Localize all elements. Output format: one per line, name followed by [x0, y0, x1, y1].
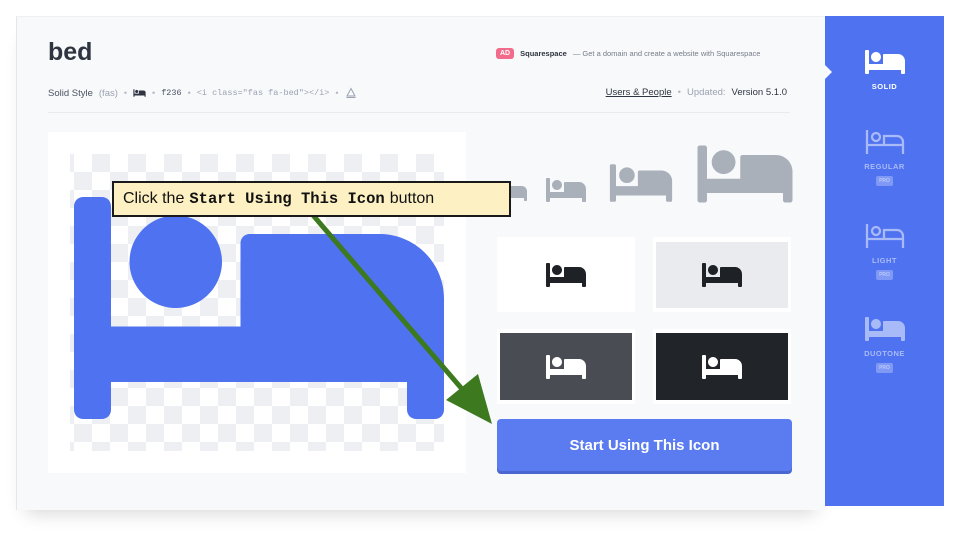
- divider: [48, 112, 790, 113]
- bed-light-icon: [864, 220, 906, 252]
- swatch-black[interactable]: [653, 329, 791, 404]
- bed-icon: [545, 259, 587, 291]
- instruction-callout: Click the Start Using This Icon button: [112, 181, 511, 217]
- pro-badge: PRO: [876, 176, 893, 186]
- style-tab-label: LIGHT: [872, 256, 897, 265]
- bed-solid-icon: [864, 46, 906, 78]
- style-tab-label: SOLID: [871, 82, 898, 91]
- pro-badge: PRO: [876, 363, 893, 373]
- swatch-white[interactable]: [497, 237, 635, 312]
- ad-text: — Get a domain and create a website with…: [572, 49, 761, 58]
- ad-brand: Squarespace: [520, 49, 567, 58]
- style-tab-solid[interactable]: SOLID: [825, 46, 944, 91]
- swatch-light-gray[interactable]: [653, 237, 791, 312]
- style-sidebar: SOLID REGULAR PRO LIGHT PRO DUOTONE PRO: [824, 16, 944, 506]
- pro-badge: PRO: [876, 270, 893, 280]
- updated-label: Updated:: [686, 87, 726, 98]
- style-tab-regular[interactable]: REGULAR PRO: [825, 126, 944, 186]
- icon-size-samples: [497, 136, 792, 206]
- bed-icon-sm: [545, 174, 587, 206]
- callout-code: Start Using This Icon: [189, 190, 385, 208]
- icon-meta: Solid Style (fas) • • f236 • <i class="f…: [48, 87, 357, 99]
- bed-icon-lg: [697, 136, 793, 212]
- style-tab-label: REGULAR: [864, 162, 905, 171]
- ad-badge: AD: [496, 48, 515, 59]
- bed-duotone-icon: [864, 313, 906, 345]
- style-tab-duotone[interactable]: DUOTONE PRO: [825, 313, 944, 373]
- page-title: bed: [48, 38, 93, 66]
- unicode-value[interactable]: f236: [161, 88, 181, 98]
- copy-icon[interactable]: [345, 87, 357, 99]
- bed-icon: [701, 259, 743, 291]
- version-value: Version 5.1.0: [731, 87, 787, 98]
- style-tab-light[interactable]: LIGHT PRO: [825, 220, 944, 280]
- style-tab-label: DUOTONE: [864, 349, 905, 358]
- bed-regular-icon: [864, 126, 906, 158]
- style-label: Solid Style: [48, 87, 93, 99]
- swatch-dark-gray[interactable]: [497, 329, 635, 404]
- start-using-icon-button[interactable]: Start Using This Icon: [497, 419, 792, 471]
- icon-meta-right: Users & People • Updated: Version 5.1.0: [605, 87, 787, 98]
- category-link[interactable]: Users & People: [606, 87, 672, 98]
- ad-banner[interactable]: AD Squarespace — Get a domain and create…: [496, 48, 760, 59]
- bed-icon-md: [607, 158, 675, 208]
- bed-icon: [701, 351, 743, 383]
- bed-icon: [545, 351, 587, 383]
- callout-suffix: button: [389, 190, 435, 207]
- style-prefix: (fas): [98, 87, 118, 99]
- bed-icon[interactable]: [133, 88, 146, 98]
- html-snippet[interactable]: <i class="fas fa-bed"></i>: [197, 88, 330, 98]
- callout-prefix: Click the: [123, 190, 185, 207]
